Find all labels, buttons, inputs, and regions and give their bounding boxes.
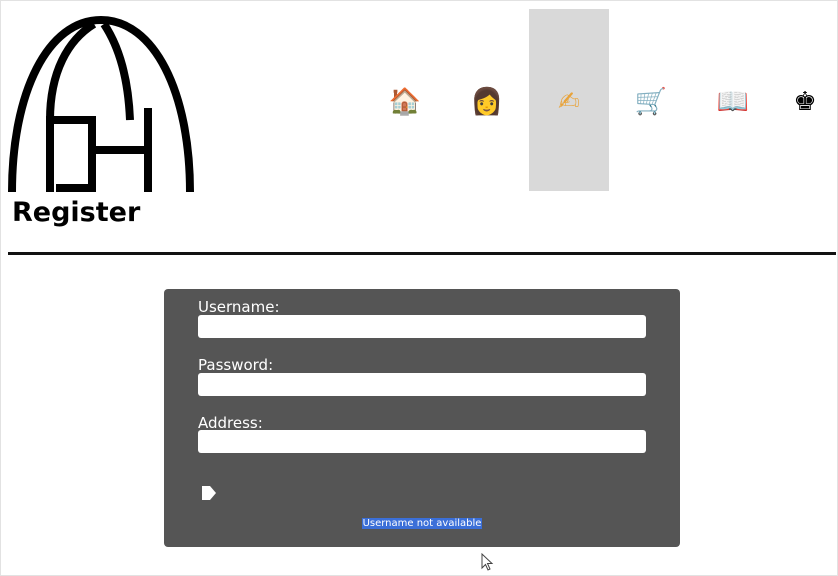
ga-logo — [8, 15, 194, 192]
register-form: Username: Password: Address: Username no… — [164, 289, 680, 547]
writing-hand-icon: ✍ — [558, 87, 580, 117]
nav-item-chess[interactable]: ♚ — [765, 9, 838, 191]
nav-item-cart[interactable]: 🛒 — [611, 9, 691, 191]
nav-item-register[interactable]: ✍ — [529, 9, 609, 191]
password-field[interactable] — [198, 373, 646, 396]
nav-item-home[interactable]: 🏠 — [365, 9, 445, 191]
arrow-right-icon — [202, 486, 216, 500]
page-title: Register — [12, 197, 141, 228]
error-text: Username not available — [361, 518, 483, 529]
password-label: Password: — [198, 356, 274, 374]
address-field[interactable] — [198, 430, 646, 453]
chess-king-icon: ♚ — [793, 87, 817, 117]
username-field[interactable] — [198, 315, 646, 338]
header-divider — [8, 252, 836, 255]
shopping-cart-icon: 🛒 — [634, 87, 668, 117]
house-icon: 🏠 — [388, 87, 422, 117]
person-icon: 👩 — [470, 87, 504, 117]
submit-button[interactable] — [200, 482, 218, 504]
nav-item-account[interactable]: 👩 — [447, 9, 527, 191]
open-book-icon: 📖 — [716, 87, 750, 117]
mouse-cursor-icon — [481, 553, 494, 571]
username-label: Username: — [198, 298, 280, 316]
error-message: Username not available — [164, 518, 680, 530]
nav-item-catalog[interactable]: 📖 — [693, 9, 773, 191]
